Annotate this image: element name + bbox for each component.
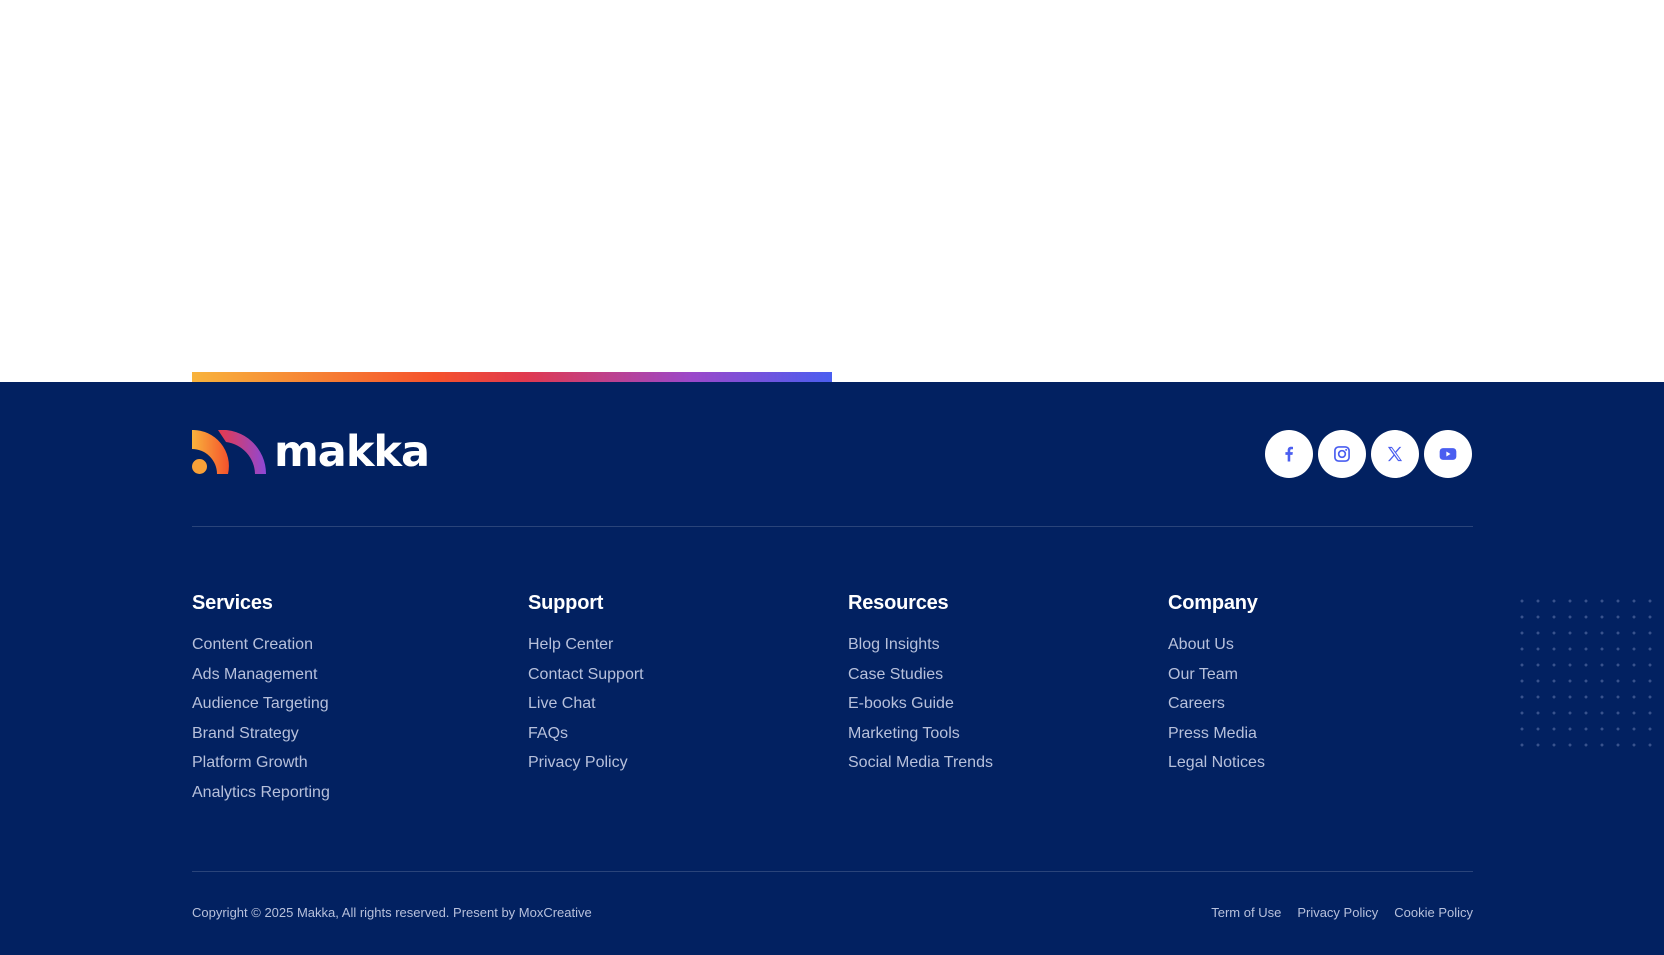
instagram-icon	[1334, 446, 1350, 462]
x-icon	[1387, 446, 1403, 462]
footer-link-privacy-policy[interactable]: Privacy Policy	[528, 754, 644, 784]
footer-link-social-media-trends[interactable]: Social Media Trends	[848, 754, 993, 784]
column-title: Company	[1168, 592, 1258, 614]
legal-link-term-of-use[interactable]: Term of Use	[1211, 905, 1281, 920]
copyright-text: Copyright © 2025 Makka, All rights reser…	[192, 905, 592, 920]
youtube-icon	[1439, 448, 1457, 460]
footer-link-brand-strategy[interactable]: Brand Strategy	[192, 725, 330, 755]
brand-logo[interactable]: makka	[192, 427, 430, 477]
footer-link-careers[interactable]: Careers	[1168, 695, 1265, 725]
youtube-button[interactable]	[1424, 430, 1472, 478]
footer-column-services: Services Content Creation Ads Management…	[192, 590, 330, 813]
footer-link-marketing-tools[interactable]: Marketing Tools	[848, 725, 993, 755]
page: makka Services Content Creation Ads Mana…	[0, 0, 1664, 955]
legal-link-cookie-policy[interactable]: Cookie Policy	[1394, 905, 1473, 920]
footer-link-platform-growth[interactable]: Platform Growth	[192, 754, 330, 784]
footer-link-help-center[interactable]: Help Center	[528, 636, 644, 666]
footer-link-our-team[interactable]: Our Team	[1168, 666, 1265, 696]
column-title: Support	[528, 592, 604, 614]
footer-link-audience-targeting[interactable]: Audience Targeting	[192, 695, 330, 725]
legal-link-privacy-policy[interactable]: Privacy Policy	[1297, 905, 1378, 920]
footer-link-live-chat[interactable]: Live Chat	[528, 695, 644, 725]
footer-link-press-media[interactable]: Press Media	[1168, 725, 1265, 755]
facebook-icon	[1285, 446, 1293, 462]
footer-link-contact-support[interactable]: Contact Support	[528, 666, 644, 696]
column-title: Resources	[848, 592, 949, 614]
brand-name: makka	[274, 427, 430, 477]
footer-link-ads-management[interactable]: Ads Management	[192, 666, 330, 696]
footer-link-legal-notices[interactable]: Legal Notices	[1168, 754, 1265, 784]
footer-column-support: Support Help Center Contact Support Live…	[528, 590, 644, 784]
footer-column-company: Company About Us Our Team Careers Press …	[1168, 590, 1265, 784]
footer-link-blog-insights[interactable]: Blog Insights	[848, 636, 993, 666]
footer-link-analytics-reporting[interactable]: Analytics Reporting	[192, 784, 330, 814]
footer-link-case-studies[interactable]: Case Studies	[848, 666, 993, 696]
instagram-button[interactable]	[1318, 430, 1366, 478]
column-title: Services	[192, 592, 273, 614]
footer-column-resources: Resources Blog Insights Case Studies E-b…	[848, 590, 993, 784]
gradient-accent-bar	[192, 372, 832, 382]
x-button[interactable]	[1371, 430, 1419, 478]
footer-bottom-bar: Copyright © 2025 Makka, All rights reser…	[192, 905, 1473, 920]
dot-pattern-decoration	[1514, 593, 1664, 748]
footer-link-ebooks-guide[interactable]: E-books Guide	[848, 695, 993, 725]
social-links	[1265, 430, 1472, 478]
footer-link-content-creation[interactable]: Content Creation	[192, 636, 330, 666]
footer-top-divider	[192, 526, 1473, 527]
footer-link-faqs[interactable]: FAQs	[528, 725, 644, 755]
footer-link-about-us[interactable]: About Us	[1168, 636, 1265, 666]
footer-bottom-divider	[192, 871, 1473, 872]
facebook-button[interactable]	[1265, 430, 1313, 478]
legal-links: Term of Use Privacy Policy Cookie Policy	[1211, 905, 1473, 920]
logo-mark-icon	[192, 430, 266, 474]
content-area	[0, 0, 1664, 382]
